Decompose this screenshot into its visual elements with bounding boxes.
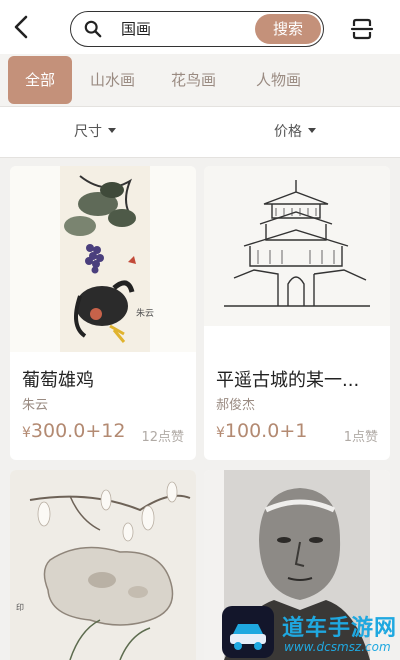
product-card[interactable]: 印 [10,470,196,660]
painting-magnolia-rock: 印 [10,470,196,660]
product-image[interactable]: 朱云 [10,166,196,352]
price-filter[interactable]: 价格 [274,107,316,157]
svg-text:印: 印 [16,603,24,612]
tab-flower-bird[interactable]: 花鸟画 [171,54,216,106]
watermark-title: 道车手游网 [282,616,398,641]
size-filter-label: 尺寸 [74,124,102,140]
watermark-url: www.dcsmsz.com [284,640,391,654]
search-input[interactable]: 国画 [121,12,151,46]
category-tabs: 全部 山水画 花鸟画 人物画 [0,54,400,106]
product-image[interactable] [204,166,390,326]
painting-grapes-rooster: 朱云 [10,166,196,352]
watermark: 道车手游网 www.dcsmsz.com [222,604,400,660]
chevron-left-icon [14,15,28,39]
price-value: 300.0+12 [30,420,126,442]
product-price: ¥300.0+12 [22,420,125,442]
car-icon [230,624,266,650]
svg-text:朱云: 朱云 [136,307,154,319]
like-count[interactable]: 12点赞 [141,426,184,445]
back-button[interactable] [6,12,36,42]
currency-symbol: ¥ [22,425,31,441]
scan-icon[interactable] [350,17,374,41]
size-filter[interactable]: 尺寸 [74,107,116,157]
like-count[interactable]: 1点赞 [344,426,378,445]
product-image[interactable]: 印 [10,470,196,660]
caret-down-icon [308,127,316,133]
tab-landscape[interactable]: 山水画 [90,54,135,106]
product-artist[interactable]: 朱云 [22,394,48,413]
product-title[interactable]: 平遥古城的某一... [216,366,380,392]
tab-all[interactable]: 全部 [8,56,72,104]
product-card[interactable]: 平遥古城的某一... 郝俊杰 ¥100.0+1 1点赞 [204,166,390,460]
watermark-logo [222,606,274,658]
price-value: 100.0+1 [224,420,308,442]
top-bar: 国画 搜索 [0,0,400,54]
search-button[interactable]: 搜索 [255,14,321,44]
sketch-ancient-city-gate [204,166,390,326]
product-card[interactable]: 朱云 葡萄雄鸡 朱云 ¥300.0+12 12点赞 [10,166,196,460]
product-title[interactable]: 葡萄雄鸡 [22,366,186,392]
price-filter-label: 价格 [274,124,302,140]
filter-bar: 尺寸 价格 [0,106,400,158]
search-box[interactable]: 国画 搜索 [70,11,324,47]
caret-down-icon [108,127,116,133]
currency-symbol: ¥ [216,425,225,441]
product-artist[interactable]: 郝俊杰 [216,394,255,413]
search-icon [84,20,102,38]
tab-figure[interactable]: 人物画 [256,54,301,106]
product-price: ¥100.0+1 [216,420,307,442]
